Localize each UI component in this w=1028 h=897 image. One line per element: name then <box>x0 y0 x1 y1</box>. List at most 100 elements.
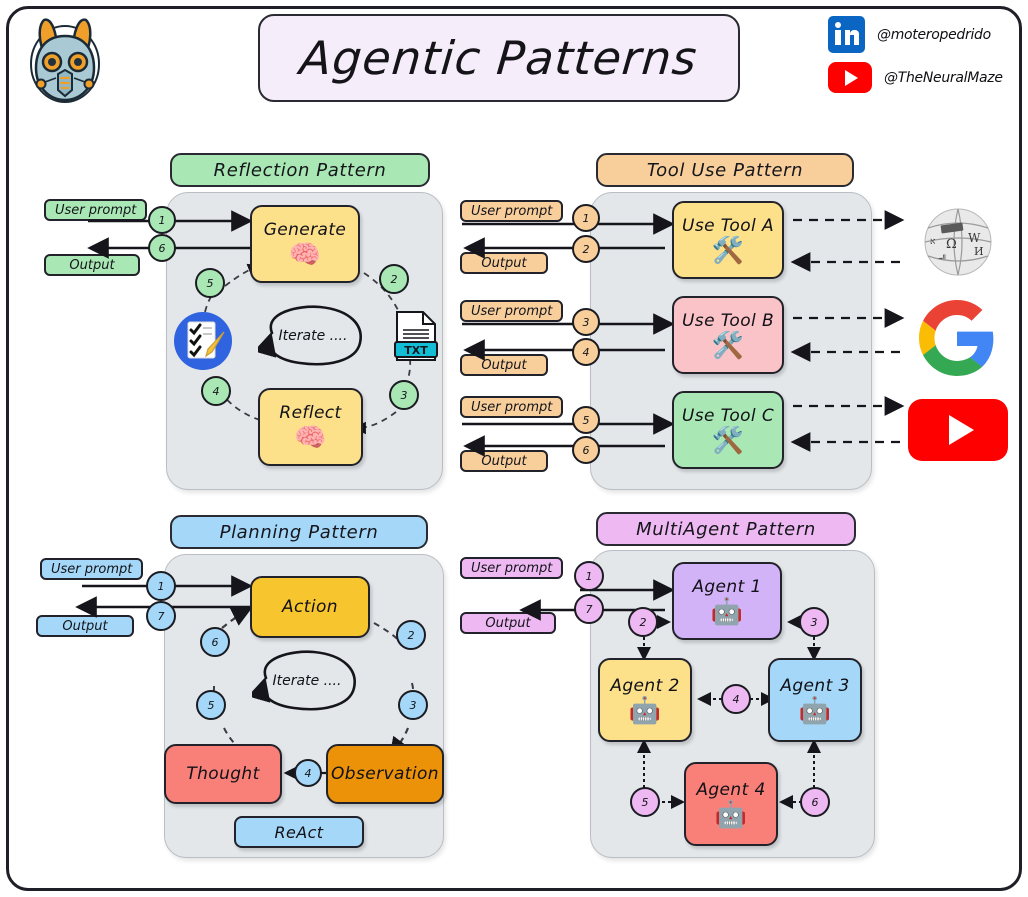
reflection-step-3: 3 <box>389 380 419 410</box>
planning-step-2: 2 <box>396 620 426 650</box>
reflection-step-1: 1 <box>148 206 176 234</box>
tooluse-user-prompt-badge-1: User prompt <box>460 200 564 222</box>
multiagent-step-4: 4 <box>721 684 751 714</box>
google-icon <box>919 300 995 376</box>
reflection-step-6: 6 <box>148 234 176 262</box>
brain-icon: 🧠 <box>288 240 322 270</box>
planning-node-action[interactable]: Action <box>250 576 370 638</box>
multiagent-node-agent-3-label: Agent 3 <box>780 676 850 696</box>
multiagent-step-7: 7 <box>574 594 604 624</box>
multiagent-node-agent-4-label: Agent 4 <box>696 780 766 800</box>
agentic-patterns-infographic: Agentic Patterns @moteropedrido @TheNeur… <box>0 0 1028 897</box>
reflection-step-2: 2 <box>379 264 409 294</box>
planning-node-thought-label: Thought <box>186 764 260 784</box>
planning-step-7: 7 <box>146 601 176 631</box>
reflection-node-generate-label: Generate <box>263 220 347 240</box>
robot-icon: 🤖 <box>714 800 748 830</box>
pattern-title-multiagent: MultiAgent Pattern <box>596 512 856 546</box>
planning-node-observation-label: Observation <box>331 764 439 784</box>
pattern-title-tool-use-text: Tool Use Pattern <box>646 159 804 181</box>
robot-icon: 🤖 <box>628 696 662 726</box>
checklist-pencil-icon <box>172 310 234 372</box>
multiagent-node-agent-1-label: Agent 1 <box>692 577 762 597</box>
social-youtube[interactable]: @TheNeuralMaze <box>828 62 1003 93</box>
robot-icon: 🤖 <box>798 696 832 726</box>
tooluse-step-3: 3 <box>572 308 600 336</box>
pattern-title-planning-text: Planning Pattern <box>219 521 379 543</box>
planning-node-action-label: Action <box>282 597 338 617</box>
reflection-node-reflect-label: Reflect <box>279 403 342 423</box>
multiagent-node-agent-2[interactable]: Agent 2 🤖 <box>598 658 692 742</box>
planning-iterate-label: Iterate .... <box>272 673 342 689</box>
planning-step-6: 6 <box>200 627 230 657</box>
reflection-output-badge: Output <box>44 254 140 276</box>
svg-text:Ω: Ω <box>946 237 957 252</box>
planning-step-5: 5 <box>196 690 226 720</box>
linkedin-icon <box>828 16 865 53</box>
reflection-user-prompt-badge: User prompt <box>44 199 148 221</box>
svg-text:W: W <box>968 231 981 245</box>
pattern-title-tool-use: Tool Use Pattern <box>596 153 854 187</box>
tooluse-output-badge-1: Output <box>460 252 548 274</box>
tools-icon: 🛠️ <box>711 331 745 361</box>
tooluse-node-tool-a[interactable]: Use Tool A 🛠️ <box>672 201 784 279</box>
tooluse-step-5: 5 <box>572 406 600 434</box>
page-title: Agentic Patterns <box>258 14 740 102</box>
planning-step-4: 4 <box>294 759 322 787</box>
wikipedia-icon: Ω W И ᆒ א <box>908 206 1008 278</box>
planning-step-3: 3 <box>398 690 428 720</box>
planning-react-label: ReAct <box>274 822 324 842</box>
tooluse-user-prompt-badge-3: User prompt <box>460 396 564 418</box>
multiagent-step-6: 6 <box>800 787 830 817</box>
multiagent-node-agent-4[interactable]: Agent 4 🤖 <box>684 762 778 846</box>
tools-icon: 🛠️ <box>711 426 745 456</box>
svg-text:И: И <box>974 245 984 258</box>
social-linkedin[interactable]: @moteropedrido <box>828 16 991 53</box>
tooluse-node-tool-c[interactable]: Use Tool C 🛠️ <box>672 391 784 469</box>
multiagent-user-prompt-badge: User prompt <box>460 557 564 579</box>
robot-rabbit-logo <box>24 12 106 104</box>
txt-file-label: TXT <box>404 344 428 357</box>
reflection-node-generate[interactable]: Generate 🧠 <box>250 205 360 283</box>
multiagent-node-agent-1[interactable]: Agent 1 🤖 <box>672 562 782 640</box>
svg-text:א: א <box>930 237 936 247</box>
reflection-iterate-label: Iterate .... <box>278 328 348 344</box>
linkedin-handle: @moteropedrido <box>877 26 991 43</box>
tooluse-user-prompt-badge-2: User prompt <box>460 300 564 322</box>
brain-icon: 🧠 <box>294 423 327 453</box>
robot-icon: 🤖 <box>710 597 744 627</box>
tooluse-node-tool-c-label: Use Tool C <box>681 406 775 426</box>
youtube-handle: @TheNeuralMaze <box>884 69 1003 86</box>
tooluse-step-2: 2 <box>572 235 600 263</box>
page-title-text: Agentic Patterns <box>298 31 700 85</box>
pattern-title-planning: Planning Pattern <box>170 515 428 549</box>
tooluse-step-1: 1 <box>572 204 600 232</box>
txt-file-icon: TXT <box>393 310 439 362</box>
youtube-icon <box>828 62 872 93</box>
tooluse-step-4: 4 <box>572 338 600 366</box>
tooluse-output-badge-2: Output <box>460 354 548 376</box>
tooluse-output-badge-3: Output <box>460 450 548 472</box>
reflection-step-4: 4 <box>201 376 231 406</box>
multiagent-node-agent-3[interactable]: Agent 3 🤖 <box>768 658 862 742</box>
svg-text:ᆒ: ᆒ <box>938 254 946 265</box>
multiagent-step-3: 3 <box>799 607 829 637</box>
pattern-title-multiagent-text: MultiAgent Pattern <box>636 518 816 540</box>
tooluse-node-tool-b-label: Use Tool B <box>681 311 775 331</box>
multiagent-step-1: 1 <box>574 561 604 591</box>
reflection-step-5: 5 <box>195 268 225 298</box>
planning-user-prompt-badge: User prompt <box>40 558 144 580</box>
tools-icon: 🛠️ <box>711 236 745 266</box>
youtube-icon <box>908 399 1008 461</box>
planning-node-thought[interactable]: Thought <box>164 744 282 804</box>
reflection-node-reflect[interactable]: Reflect 🧠 <box>258 388 363 466</box>
pattern-title-reflection: Reflection Pattern <box>170 153 430 187</box>
multiagent-step-5: 5 <box>630 787 660 817</box>
tooluse-step-6: 6 <box>572 436 600 464</box>
pattern-title-reflection-text: Reflection Pattern <box>213 159 387 181</box>
planning-node-observation[interactable]: Observation <box>326 744 444 804</box>
tooluse-node-tool-a-label: Use Tool A <box>681 216 774 236</box>
planning-iterate-loop: Iterate .... <box>252 650 362 712</box>
tooluse-node-tool-b[interactable]: Use Tool B 🛠️ <box>672 296 784 374</box>
multiagent-node-agent-2-label: Agent 2 <box>610 676 680 696</box>
